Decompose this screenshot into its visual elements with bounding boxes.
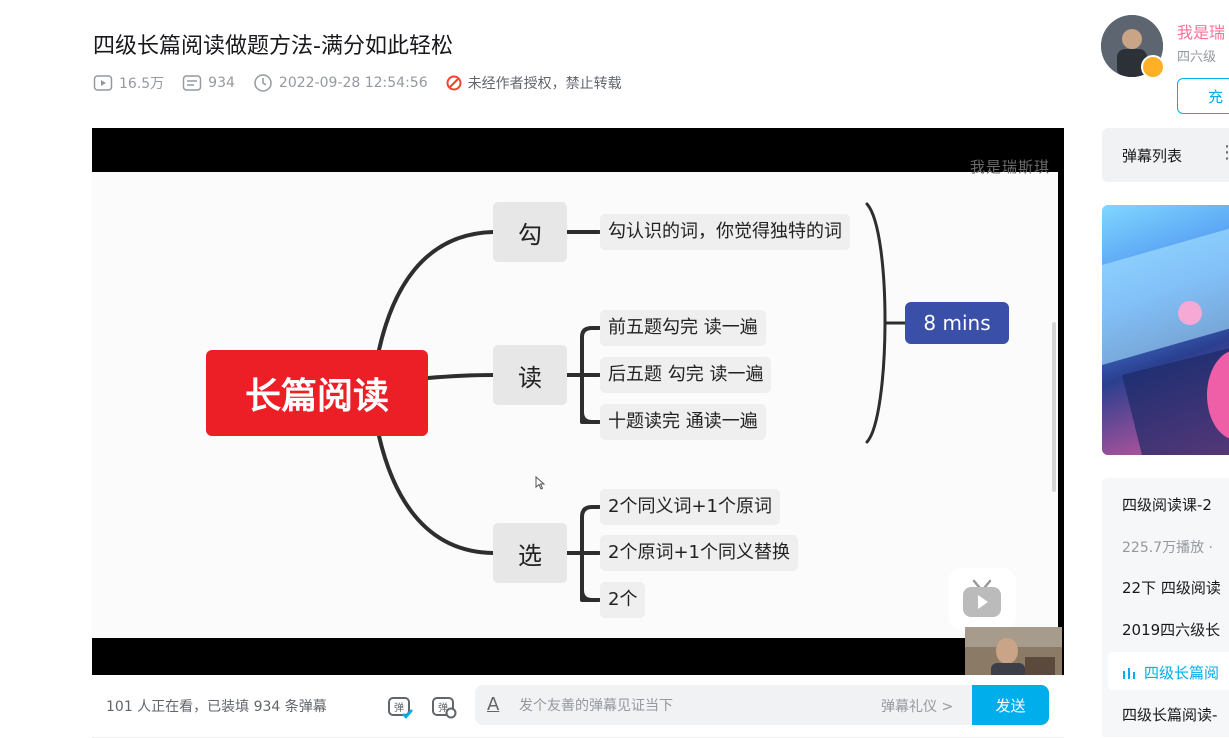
charge-button[interactable]: 充 bbox=[1177, 78, 1229, 114]
slide-watermark: 我是瑞斯琪 bbox=[969, 158, 1050, 176]
branch-du: 读 bbox=[493, 345, 567, 405]
danmaku-bar: 101 人正在看，已装填 934 条弹幕 弹 弹 A 弹幕礼仪 > 发送 bbox=[92, 675, 1064, 738]
danmaku-etiquette-link[interactable]: 弹幕礼仪 > bbox=[881, 696, 953, 716]
central-node: 长篇阅读 bbox=[206, 350, 428, 436]
danmaku-toggle-icon: 弹 bbox=[388, 697, 413, 719]
danmaku-settings-button[interactable]: 弹 bbox=[430, 692, 458, 724]
slide-scrollbar bbox=[1052, 322, 1056, 492]
danmaku-stat: 934 bbox=[182, 74, 235, 92]
leaf-gou-1: 勾认识的词，你觉得独特的词 bbox=[600, 214, 850, 250]
danmaku-list-panel[interactable]: 弹幕列表 ⋮ bbox=[1102, 128, 1229, 182]
leaf-du-2: 后五题 勾完 读一遍 bbox=[600, 357, 772, 393]
send-button[interactable]: 发送 bbox=[972, 685, 1049, 725]
views-count: 16.5万 bbox=[119, 76, 165, 92]
leaf-xuan-3: 2个 bbox=[600, 582, 646, 618]
video-player[interactable]: 长篇阅读 勾 读 选 勾认识的词，你觉得独特的词 前五题勾完 读一遍 后五题 勾… bbox=[92, 128, 1064, 675]
playlist-item[interactable]: 四级长篇阅读- bbox=[1122, 704, 1217, 725]
time-box: 8 mins bbox=[905, 302, 1009, 344]
playlist-item-active[interactable]: 四级长篇阅 bbox=[1122, 662, 1219, 683]
uploader-desc: 四六级 bbox=[1177, 50, 1217, 65]
leaf-du-1: 前五题勾完 读一遍 bbox=[600, 310, 766, 346]
danmaku-settings-icon: 弹 bbox=[432, 697, 457, 719]
danmaku-count-icon bbox=[182, 75, 202, 91]
leaf-xuan-2: 2个原词+1个同义替换 bbox=[600, 535, 798, 571]
play-count-icon bbox=[93, 75, 113, 91]
branch-gou: 勾 bbox=[493, 202, 567, 262]
svg-text:弹: 弹 bbox=[394, 701, 404, 714]
viewers-info: 101 人正在看，已装填 934 条弹幕 bbox=[106, 699, 327, 715]
forbidden-icon bbox=[446, 75, 462, 91]
danmaku-toggle-button[interactable]: 弹 bbox=[386, 692, 414, 724]
playlist-item[interactable]: 22下 四级阅读 bbox=[1122, 577, 1221, 598]
danmaku-input-container: A 弹幕礼仪 > 发送 bbox=[475, 685, 1049, 727]
danmaku-input[interactable] bbox=[517, 685, 861, 727]
presenter-camera bbox=[965, 627, 1062, 675]
danmaku-list-label: 弹幕列表 bbox=[1122, 147, 1183, 165]
more-options-icon[interactable]: ⋮ bbox=[1218, 142, 1229, 163]
danmaku-count: 934 bbox=[208, 75, 235, 91]
slide-frame: 长篇阅读 勾 读 选 勾认识的词，你觉得独特的词 前五题勾完 读一遍 后五题 勾… bbox=[92, 172, 1062, 675]
playing-bars-icon bbox=[1123, 667, 1135, 679]
text-style-icon[interactable]: A bbox=[487, 694, 499, 715]
bilibili-play-button[interactable] bbox=[948, 568, 1016, 630]
views-stat: 16.5万 bbox=[93, 73, 164, 93]
video-title: 四级长篇阅读做题方法-满分如此轻松 bbox=[93, 34, 453, 59]
presenter-image bbox=[965, 627, 1062, 675]
playlist-item[interactable]: 2019四六级长 bbox=[1122, 619, 1220, 640]
video-meta: 16.5万 934 2022-09-28 12:54:56 未经作者授权，禁止转… bbox=[93, 73, 640, 93]
ad-banner[interactable] bbox=[1102, 205, 1229, 455]
mouse-cursor-icon bbox=[535, 476, 545, 490]
publish-time-stat: 2022-09-28 12:54:56 bbox=[253, 73, 428, 93]
branch-xuan: 选 bbox=[493, 523, 567, 583]
clock-icon bbox=[254, 74, 272, 92]
playlist-title[interactable]: 四级阅读课-2 bbox=[1122, 494, 1212, 515]
publish-time: 2022-09-28 12:54:56 bbox=[278, 75, 428, 91]
leaf-xuan-1: 2个同义词+1个原词 bbox=[600, 489, 780, 525]
tv-play-icon bbox=[963, 579, 1001, 617]
copyright-notice: 未经作者授权，禁止转载 bbox=[446, 73, 622, 93]
copyright-text: 未经作者授权，禁止转载 bbox=[467, 76, 622, 92]
playlist-play-count: 225.7万播放 · bbox=[1122, 540, 1213, 556]
verified-badge-icon bbox=[1141, 55, 1165, 79]
leaf-du-3: 十题读完 通读一遍 bbox=[600, 404, 766, 440]
ad-banner-image bbox=[1102, 228, 1229, 455]
uploader-name[interactable]: 我是瑞 bbox=[1177, 19, 1225, 43]
playlist-panel: 四级阅读课-2 225.7万播放 · 22下 四级阅读 2019四六级长 四级长… bbox=[1102, 478, 1229, 737]
playlist-item-active-label: 四级长篇阅 bbox=[1144, 664, 1220, 682]
